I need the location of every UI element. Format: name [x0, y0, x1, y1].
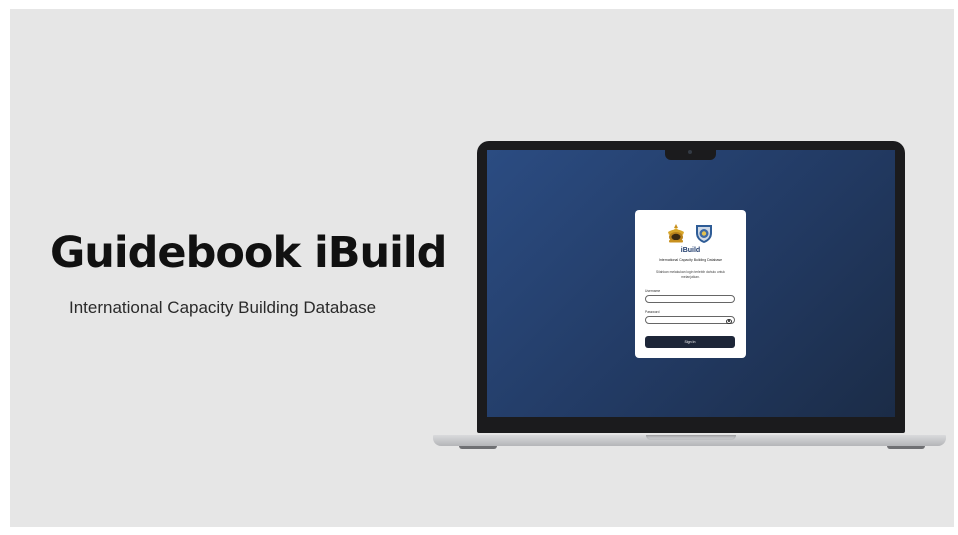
police-emblem-icon [665, 222, 687, 249]
page-subtitle: International Capacity Building Database [69, 298, 377, 317]
shield-emblem-icon [693, 222, 715, 249]
page-title: Guidebook iBuild [50, 228, 447, 278]
laptop-foot-left [459, 446, 497, 449]
username-label: Username [645, 289, 661, 293]
camera-icon [688, 150, 692, 154]
laptop-opening-notch [646, 435, 736, 440]
login-description: Silahkan melakukan login terlebih dahulu… [656, 270, 725, 279]
eye-icon[interactable] [726, 318, 732, 324]
laptop-foot-right [887, 446, 925, 449]
sign-in-button[interactable]: Sign In [645, 336, 735, 348]
app-name: iBuild [680, 247, 701, 254]
app-fullname: International Capacity Building Database [658, 258, 723, 262]
username-field[interactable] [645, 295, 735, 303]
password-field[interactable] [645, 316, 735, 324]
login-card: iBuild International Capacity Building D… [635, 210, 746, 358]
password-label: Password [645, 310, 660, 314]
